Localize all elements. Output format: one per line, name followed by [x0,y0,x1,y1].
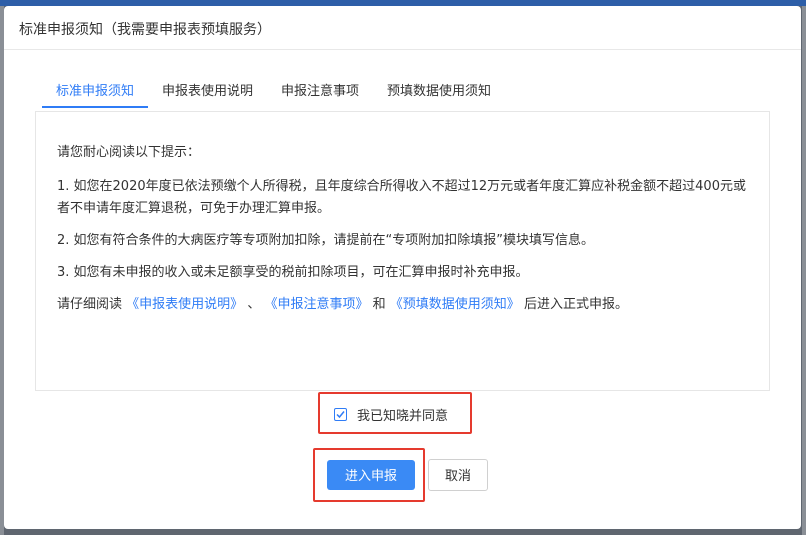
tab-standard-notice[interactable]: 标准申报须知 [41,82,149,108]
tab-form-instructions[interactable]: 申报表使用说明 [162,82,253,108]
background-right [802,6,806,535]
agree-checkbox[interactable] [334,408,347,421]
link-prefill-data-notice[interactable]: 《预填数据使用须知》 [390,297,520,312]
tab-prefill-data-notice[interactable]: 预填数据使用须知 [387,82,491,108]
dialog-header: 标准申报须知（我需要申报表预填服务） [4,6,801,50]
agree-label[interactable]: 我已知晓并同意 [357,405,448,424]
notice-item-3: 3. 如您有未申报的收入或未足额享受的税前扣除项目，可在汇算申报时补充申报。 [57,265,529,280]
submit-highlight: 进入申报 [313,448,425,502]
tab-declaration-notes[interactable]: 申报注意事项 [281,82,359,108]
read-reminder: 请仔细阅读 《申报表使用说明》 、 《申报注意事项》 和 《预填数据使用须知》 … [57,294,757,316]
agree-highlight: 我已知晓并同意 [318,392,472,434]
notice-item-1: 1. 如您在2020年度已依法预缴个人所得税，且年度综合所得收入不超过12万元或… [57,179,746,216]
read-suffix: 后进入正式申报。 [523,297,628,312]
read-prefix: 请仔细阅读 [57,297,123,312]
separator-and: 和 [372,297,386,312]
enter-declaration-button[interactable]: 进入申报 [327,460,415,490]
cancel-button[interactable]: 取消 [428,459,488,491]
checkmark-icon [336,411,345,419]
notice-content: 请您耐心阅读以下提示： 1. 如您在2020年度已依法预缴个人所得税，且年度综合… [35,111,770,391]
link-form-instructions[interactable]: 《申报表使用说明》 [126,297,243,312]
notice-item-2: 2. 如您有符合条件的大病医疗等专项附加扣除，请提前在“专项附加扣除填报”模块填… [57,233,595,248]
dialog-title: 标准申报须知（我需要申报表预填服务） [19,22,271,38]
intro-text: 请您耐心阅读以下提示： [57,145,201,160]
separator-comma: 、 [247,297,261,312]
link-declaration-notes[interactable]: 《申报注意事项》 [264,297,368,312]
notice-tabs: 标准申报须知 申报表使用说明 申报注意事项 预填数据使用须知 [41,82,519,110]
